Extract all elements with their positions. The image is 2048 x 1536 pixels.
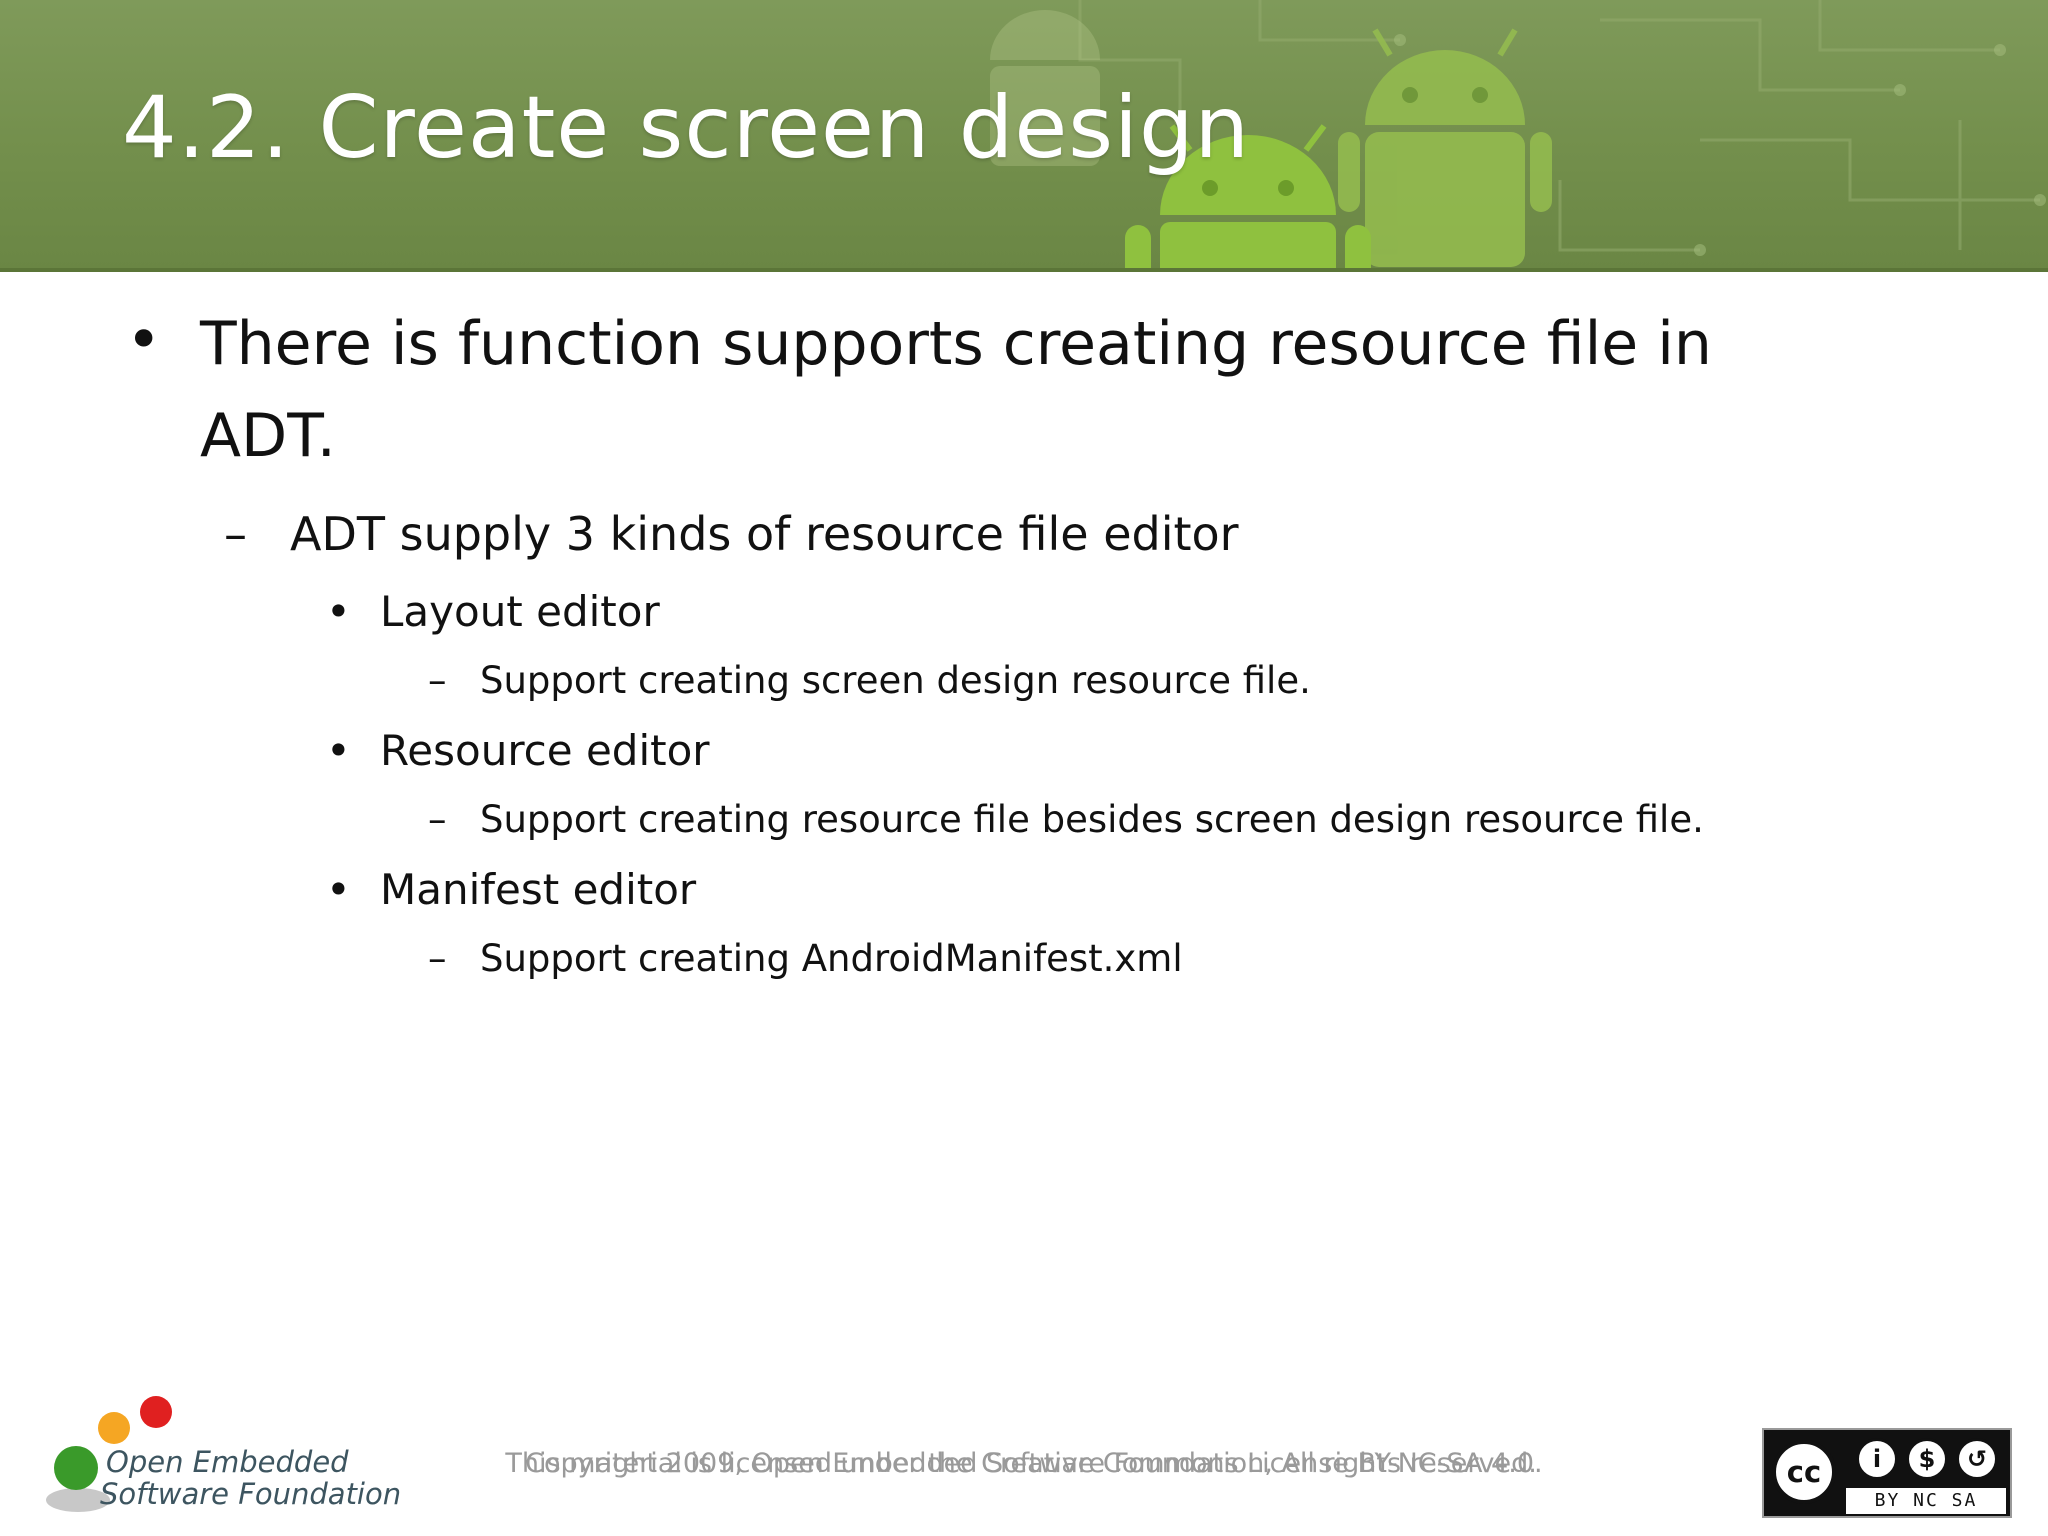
bullet-text: ADT. [200,401,336,471]
bullet-marker: • [326,587,351,636]
bullet-text: Resource editor [380,726,710,775]
bullet-marker: • [126,305,162,375]
bullet-text: ADT supply 3 kinds of resource file edit… [290,507,1239,561]
cc-icon: cc [1772,1440,1836,1504]
bullet-text: Support creating resource file besides s… [480,798,1704,841]
dash-marker: – [428,659,447,702]
attribution-icon: i [1856,1438,1898,1480]
logo-line-2: Software Foundation [100,1477,402,1511]
cc-license-badge: cc i $ ↺ BY NC SA [1762,1428,2012,1518]
android-robot-icon-large [1338,28,1552,267]
bullet-text: Support creating screen design resource … [480,659,1311,702]
sharealike-icon: ↺ [1956,1438,1998,1480]
bullet-text: There is function supports creating reso… [200,309,1712,379]
bullet-text: Manifest editor [380,865,697,914]
cc-license-labels: BY NC SA [1846,1488,2006,1514]
bullet-text: Support creating AndroidManifest.xml [480,937,1183,980]
bullet-marker: • [326,726,351,775]
dash-marker: – [224,507,247,561]
copyright-text: Copyright 2009, Open Embedded Software F… [525,1448,1537,1479]
dash-marker: – [428,937,447,980]
slide-header: 4.2. Create screen design [0,0,2048,272]
bullet-text: Layout editor [380,587,660,636]
noncommercial-icon: $ [1906,1438,1948,1480]
slide-title: 4.2. Create screen design [122,78,1251,178]
dash-marker: – [428,798,447,841]
bullet-marker: • [326,865,351,914]
